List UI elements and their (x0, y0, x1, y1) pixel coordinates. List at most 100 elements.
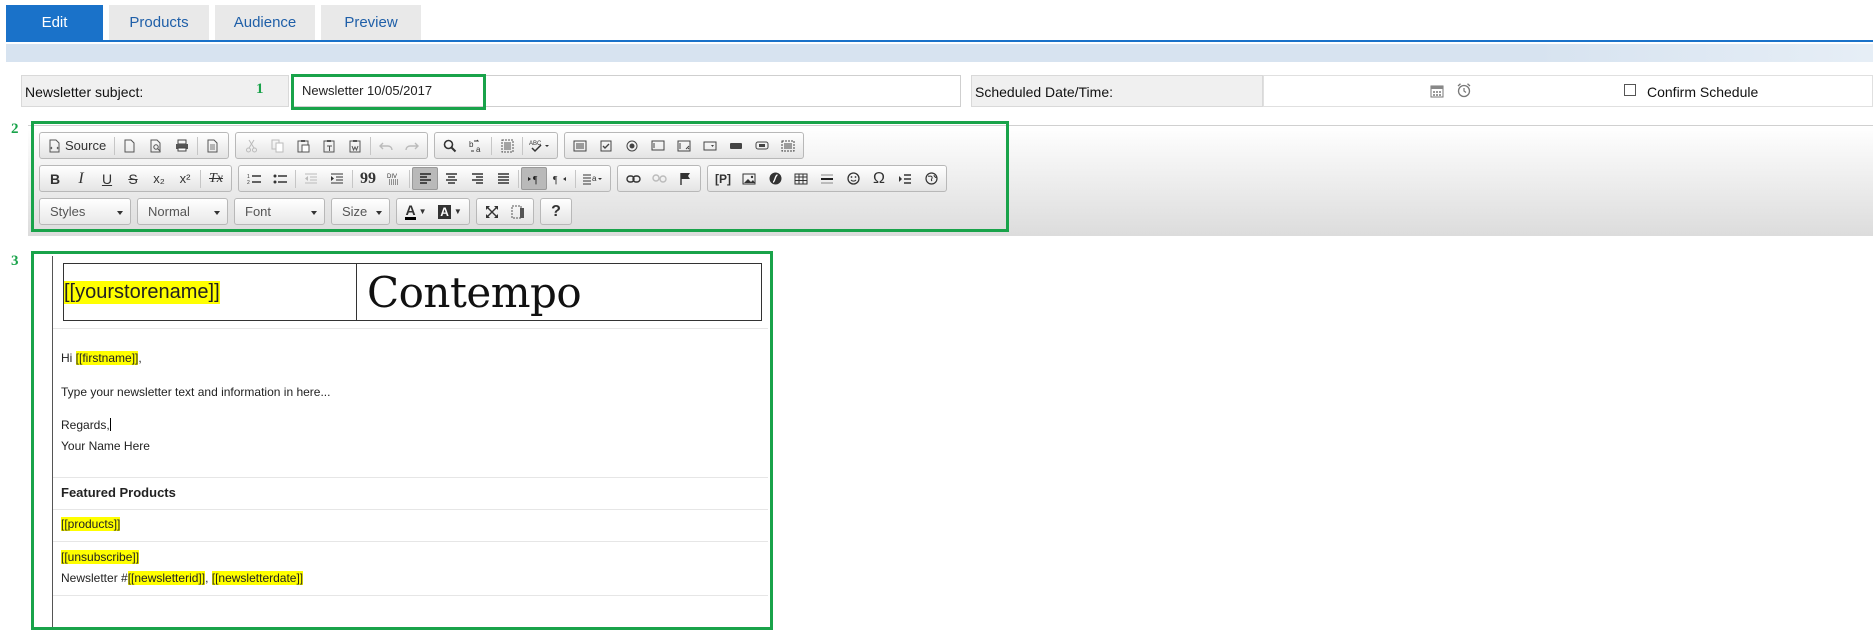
copy-button[interactable] (264, 134, 290, 157)
toolbar-row-3: Styles Normal Font Size A ▼ A ▼ ? (39, 197, 578, 226)
header-table: [[yourstorename]] Contempo (63, 263, 762, 321)
outdent-icon (305, 173, 317, 183)
toolbar-group-forms (564, 132, 805, 159)
outdent-button[interactable] (298, 167, 324, 190)
help-button[interactable]: ? (543, 200, 569, 223)
tab-products[interactable]: Products (109, 5, 209, 41)
toolbar-row-2: B I U S x₂ x² Tx 12 99 DIV ¶ ¶ a [P] Ω (39, 164, 953, 193)
spellcheck-icon: ABC (529, 141, 550, 152)
smiley-button[interactable] (840, 167, 866, 190)
scheduled-date-field[interactable]: Confirm Schedule (1263, 75, 1873, 107)
language-button[interactable]: a (578, 167, 608, 190)
table-button[interactable] (788, 167, 814, 190)
alarm-clock-icon[interactable] (1456, 82, 1472, 98)
form-button[interactable] (567, 134, 593, 157)
align-justify-button[interactable] (490, 167, 516, 190)
radio-button[interactable] (619, 134, 645, 157)
tab-preview[interactable]: Preview (321, 5, 421, 41)
tab-edit[interactable]: Edit (6, 5, 103, 41)
checkbox-button[interactable] (593, 134, 619, 157)
replace-icon: ba (469, 139, 481, 153)
horizontal-rule-button[interactable] (814, 167, 840, 190)
divider (53, 595, 768, 596)
blockquote-button[interactable]: 99 (355, 167, 381, 190)
page-break-button[interactable] (892, 167, 918, 190)
background-color-button[interactable]: A ▼ (433, 200, 467, 223)
textfield-button[interactable] (645, 134, 671, 157)
bulleted-list-button[interactable] (267, 167, 293, 190)
spellcheck-button[interactable]: ABC (525, 134, 555, 157)
create-div-button[interactable]: DIV (381, 167, 407, 190)
paste-button[interactable] (290, 134, 316, 157)
align-left-icon (419, 173, 431, 184)
special-char-button[interactable]: Ω (866, 167, 892, 190)
subscript-button[interactable]: x₂ (146, 167, 172, 190)
superscript-button[interactable]: x² (172, 167, 198, 190)
toolbar-group-clipboard (235, 132, 429, 159)
confirm-schedule-checkbox[interactable] (1624, 84, 1636, 96)
paste-word-button[interactable] (342, 134, 368, 157)
placeholder-button[interactable]: [P] (710, 167, 736, 190)
cut-button[interactable] (238, 134, 264, 157)
redo-button[interactable] (399, 134, 425, 157)
div-icon: DIV (387, 174, 399, 185)
align-left-button[interactable] (412, 167, 438, 190)
show-blocks-button[interactable] (505, 200, 531, 223)
align-right-button[interactable] (464, 167, 490, 190)
new-page-button[interactable] (117, 134, 143, 157)
body-text: Type your newsletter text and informatio… (61, 385, 331, 399)
flag-icon (680, 172, 690, 185)
templates-button[interactable] (200, 134, 226, 157)
text-color-button[interactable]: A ▼ (399, 200, 433, 223)
unsubscribe-line: [[unsubscribe]] (61, 550, 140, 564)
bold-button[interactable]: B (42, 167, 68, 190)
image-button[interactable] (736, 167, 762, 190)
source-button[interactable]: Source (42, 134, 112, 157)
link-button[interactable] (620, 167, 646, 190)
select-button[interactable] (697, 134, 723, 157)
rtl-button[interactable]: ¶ (547, 167, 573, 190)
toolbar-separator (409, 169, 410, 188)
subject-input[interactable]: Newsletter 10/05/2017 (291, 75, 961, 107)
paste-text-button[interactable] (316, 134, 342, 157)
numbered-list-button[interactable]: 12 (241, 167, 267, 190)
format-dropdown[interactable]: Normal (137, 198, 228, 225)
svg-text:¶: ¶ (533, 175, 538, 185)
format-dropdown-label: Normal (148, 204, 190, 219)
flash-button[interactable] (762, 167, 788, 190)
styles-dropdown[interactable]: Styles (39, 198, 131, 225)
paste-icon (297, 139, 310, 152)
underline-button[interactable]: U (94, 167, 120, 190)
undo-button[interactable] (373, 134, 399, 157)
strike-button[interactable]: S (120, 167, 146, 190)
size-dropdown[interactable]: Size (331, 198, 390, 225)
tab-audience[interactable]: Audience (215, 5, 315, 41)
ltr-button[interactable]: ¶ (521, 167, 547, 190)
text-cursor (109, 418, 111, 431)
indent-button[interactable] (324, 167, 350, 190)
textarea-button[interactable] (671, 134, 697, 157)
font-dropdown[interactable]: Font (234, 198, 325, 225)
editor-content[interactable]: [[yourstorename]] Contempo Hi [[firstnam… (52, 256, 768, 630)
toolbar-group-paragraph: 12 99 DIV ¶ ¶ a (238, 165, 611, 192)
unlink-button[interactable] (646, 167, 672, 190)
maximize-icon (486, 205, 498, 218)
button-button[interactable] (723, 134, 749, 157)
find-button[interactable] (437, 134, 463, 157)
textfield-icon (651, 140, 665, 151)
iframe-button[interactable] (918, 167, 944, 190)
replace-button[interactable]: ba (463, 134, 489, 157)
print-button[interactable] (169, 134, 195, 157)
hidden-field-button[interactable] (775, 134, 801, 157)
anchor-button[interactable] (672, 167, 698, 190)
remove-format-button[interactable]: Tx (203, 167, 229, 190)
italic-button[interactable]: I (68, 167, 94, 190)
image-button-button[interactable] (749, 134, 775, 157)
select-all-button[interactable] (494, 134, 520, 157)
page-break-icon (899, 173, 911, 184)
calendar-icon[interactable] (1430, 84, 1444, 98)
align-center-button[interactable] (438, 167, 464, 190)
regards-text: Regards, (61, 418, 110, 432)
maximize-button[interactable] (479, 200, 505, 223)
preview-button[interactable] (143, 134, 169, 157)
